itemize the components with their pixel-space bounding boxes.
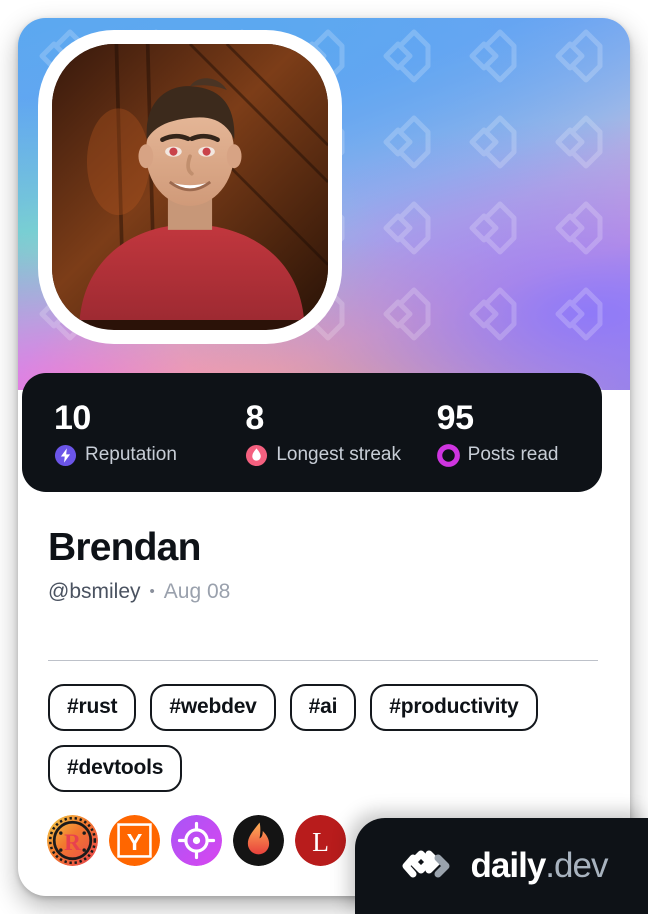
hacker-news-badge: Y xyxy=(109,815,160,866)
tag-chip[interactable]: #productivity xyxy=(370,684,538,731)
joined-date: Aug 08 xyxy=(163,580,231,603)
daily-dev-wordmark: daily.dev xyxy=(470,846,609,885)
avatar-photo-graphic xyxy=(52,44,328,320)
stat-value: 95 xyxy=(436,398,474,437)
rust-badge: R xyxy=(47,815,98,866)
stat-value: 8 xyxy=(245,398,264,437)
lobsters-icon: L xyxy=(295,815,346,866)
stat-label: Reputation xyxy=(85,444,177,465)
stat-reputation: 10 Reputation xyxy=(28,399,219,467)
streak-flame-icon xyxy=(246,444,268,466)
daily-dev-logo-icon xyxy=(402,850,450,878)
svg-text:L: L xyxy=(312,826,329,857)
posts-read-ring-icon xyxy=(436,443,460,467)
y-combinator-icon: Y xyxy=(109,815,160,866)
target-badge xyxy=(171,815,222,866)
page-title: Brendan xyxy=(48,526,201,569)
tag-chip[interactable]: #webdev xyxy=(150,684,276,731)
devcard: 10 Reputation 8 Longest streak 95 Posts … xyxy=(18,18,630,896)
flame-icon xyxy=(233,815,284,866)
badge-list: R Y L xyxy=(47,815,346,866)
tag-chip[interactable]: #ai xyxy=(289,684,357,731)
svg-text:R: R xyxy=(64,830,82,856)
reputation-bolt-icon xyxy=(54,444,77,466)
stat-longest-streak: 8 Longest streak xyxy=(219,399,410,467)
section-divider xyxy=(48,660,598,661)
stat-label: Longest streak xyxy=(276,444,401,465)
daily-dev-brand-tag: daily.dev xyxy=(355,818,648,914)
tag-chip[interactable]: #rust xyxy=(48,684,137,731)
identity-meta: @bsmiley • Aug 08 xyxy=(48,580,230,604)
svg-text:Y: Y xyxy=(127,829,143,855)
avatar xyxy=(38,30,342,344)
brand-name: daily xyxy=(470,846,547,885)
stat-label: Posts read xyxy=(467,444,559,465)
user-handle: @bsmiley xyxy=(48,580,141,603)
target-crosshair-icon xyxy=(171,815,222,866)
stats-bar: 10 Reputation 8 Longest streak 95 Posts … xyxy=(22,373,602,492)
tag-chip[interactable]: #devtools xyxy=(48,745,183,792)
rust-logo-icon: R xyxy=(47,815,98,866)
flame-badge xyxy=(233,815,284,866)
stat-posts-read: 95 Posts read xyxy=(411,399,602,467)
stat-value: 10 xyxy=(54,398,91,437)
screenshot-stage: 10 Reputation 8 Longest streak 95 Posts … xyxy=(0,0,648,914)
meta-separator: • xyxy=(149,583,155,600)
lobsters-badge: L xyxy=(295,815,346,866)
tag-list: #rust #webdev #ai #productivity #devtool… xyxy=(48,684,604,792)
avatar-photo xyxy=(52,44,328,330)
identity-block: Brendan @bsmiley • Aug 08 xyxy=(48,526,230,604)
brand-tld: .dev xyxy=(545,846,608,885)
